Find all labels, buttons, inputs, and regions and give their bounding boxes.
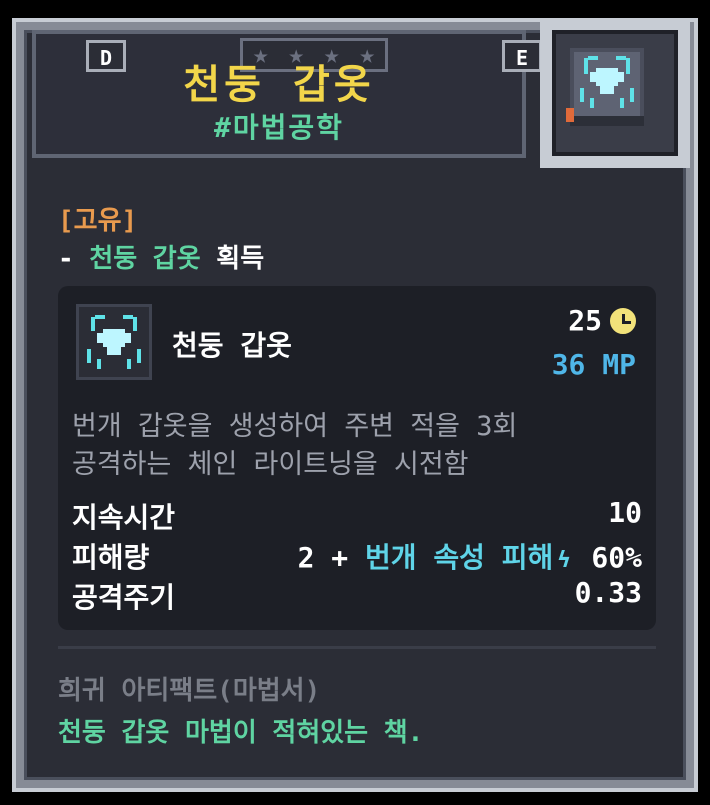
item-title: 천둥 갑옷 xyxy=(183,62,375,108)
unique-label: [고유] xyxy=(58,206,138,236)
skill-icon-frame xyxy=(76,304,152,380)
item-lore: 천둥 갑옷 마법이 적혀있는 책. xyxy=(58,718,424,748)
damage-type: 번개 속성 피해 xyxy=(365,541,554,574)
acquire-prefix: - xyxy=(58,244,90,274)
acquire-line: - 천둥 갑옷 획득 xyxy=(58,238,264,275)
skill-name: 천둥 갑옷 xyxy=(172,329,292,362)
acquire-suffix: 획득 xyxy=(200,244,265,274)
cooldown-value: 25 xyxy=(568,304,602,337)
lightning-bolt-icon: ϟ xyxy=(557,548,571,573)
item-header: D ★ ★ ★ ★ E 천둥 갑옷 #마법공학 xyxy=(32,30,542,158)
damage-ratio: 60% xyxy=(574,541,642,574)
stat-row-duration: 지속시간 10 xyxy=(72,496,642,536)
stat-value: 0.33 xyxy=(574,576,642,609)
item-rarity: 희귀 아티팩트(마법서) xyxy=(58,676,321,706)
skill-description: 번개 갑옷을 생성하여 주변 적을 3회 공격하는 체인 라이트닝을 시전함 xyxy=(72,408,642,484)
lightning-armor-skill-icon xyxy=(87,315,141,369)
stat-row-damage: 피해량 2 + 번개 속성 피해 ϟ 60% xyxy=(72,536,642,576)
stat-row-attack-interval: 공격주기 0.33 xyxy=(72,576,642,616)
stat-label: 피해량 xyxy=(72,541,150,574)
divider xyxy=(58,646,656,649)
item-icon-box xyxy=(540,18,690,168)
skill-card: 천둥 갑옷 25 36 MP 번개 갑옷을 생성하여 주변 적을 3회 공격하는… xyxy=(58,286,656,630)
skill-description-line: 공격하는 체인 라이트닝을 시전함 xyxy=(72,449,469,480)
stat-label: 지속시간 xyxy=(72,501,176,534)
item-icon-frame xyxy=(552,30,678,156)
item-body: [고유] - 천둥 갑옷 획득 천둥 갑옷 25 36 MP 번개 갑옷을 생성… xyxy=(30,182,680,760)
stat-value: 2 + 번개 속성 피해 ϟ 60% xyxy=(298,536,642,576)
stat-value: 10 xyxy=(608,496,642,529)
damage-base: 2 + xyxy=(297,541,366,574)
lightning-armor-book-icon xyxy=(566,48,644,126)
acquire-skill-name: 천둥 갑옷 xyxy=(89,244,201,274)
clock-icon xyxy=(610,307,636,334)
item-tag: #마법공학 xyxy=(214,111,344,144)
stat-label: 공격주기 xyxy=(72,581,176,614)
skill-mp-cost: 36 MP xyxy=(551,348,636,381)
skill-description-line: 번개 갑옷을 생성하여 주변 적을 3회 xyxy=(72,411,518,442)
skill-cooldown: 25 xyxy=(568,304,636,337)
